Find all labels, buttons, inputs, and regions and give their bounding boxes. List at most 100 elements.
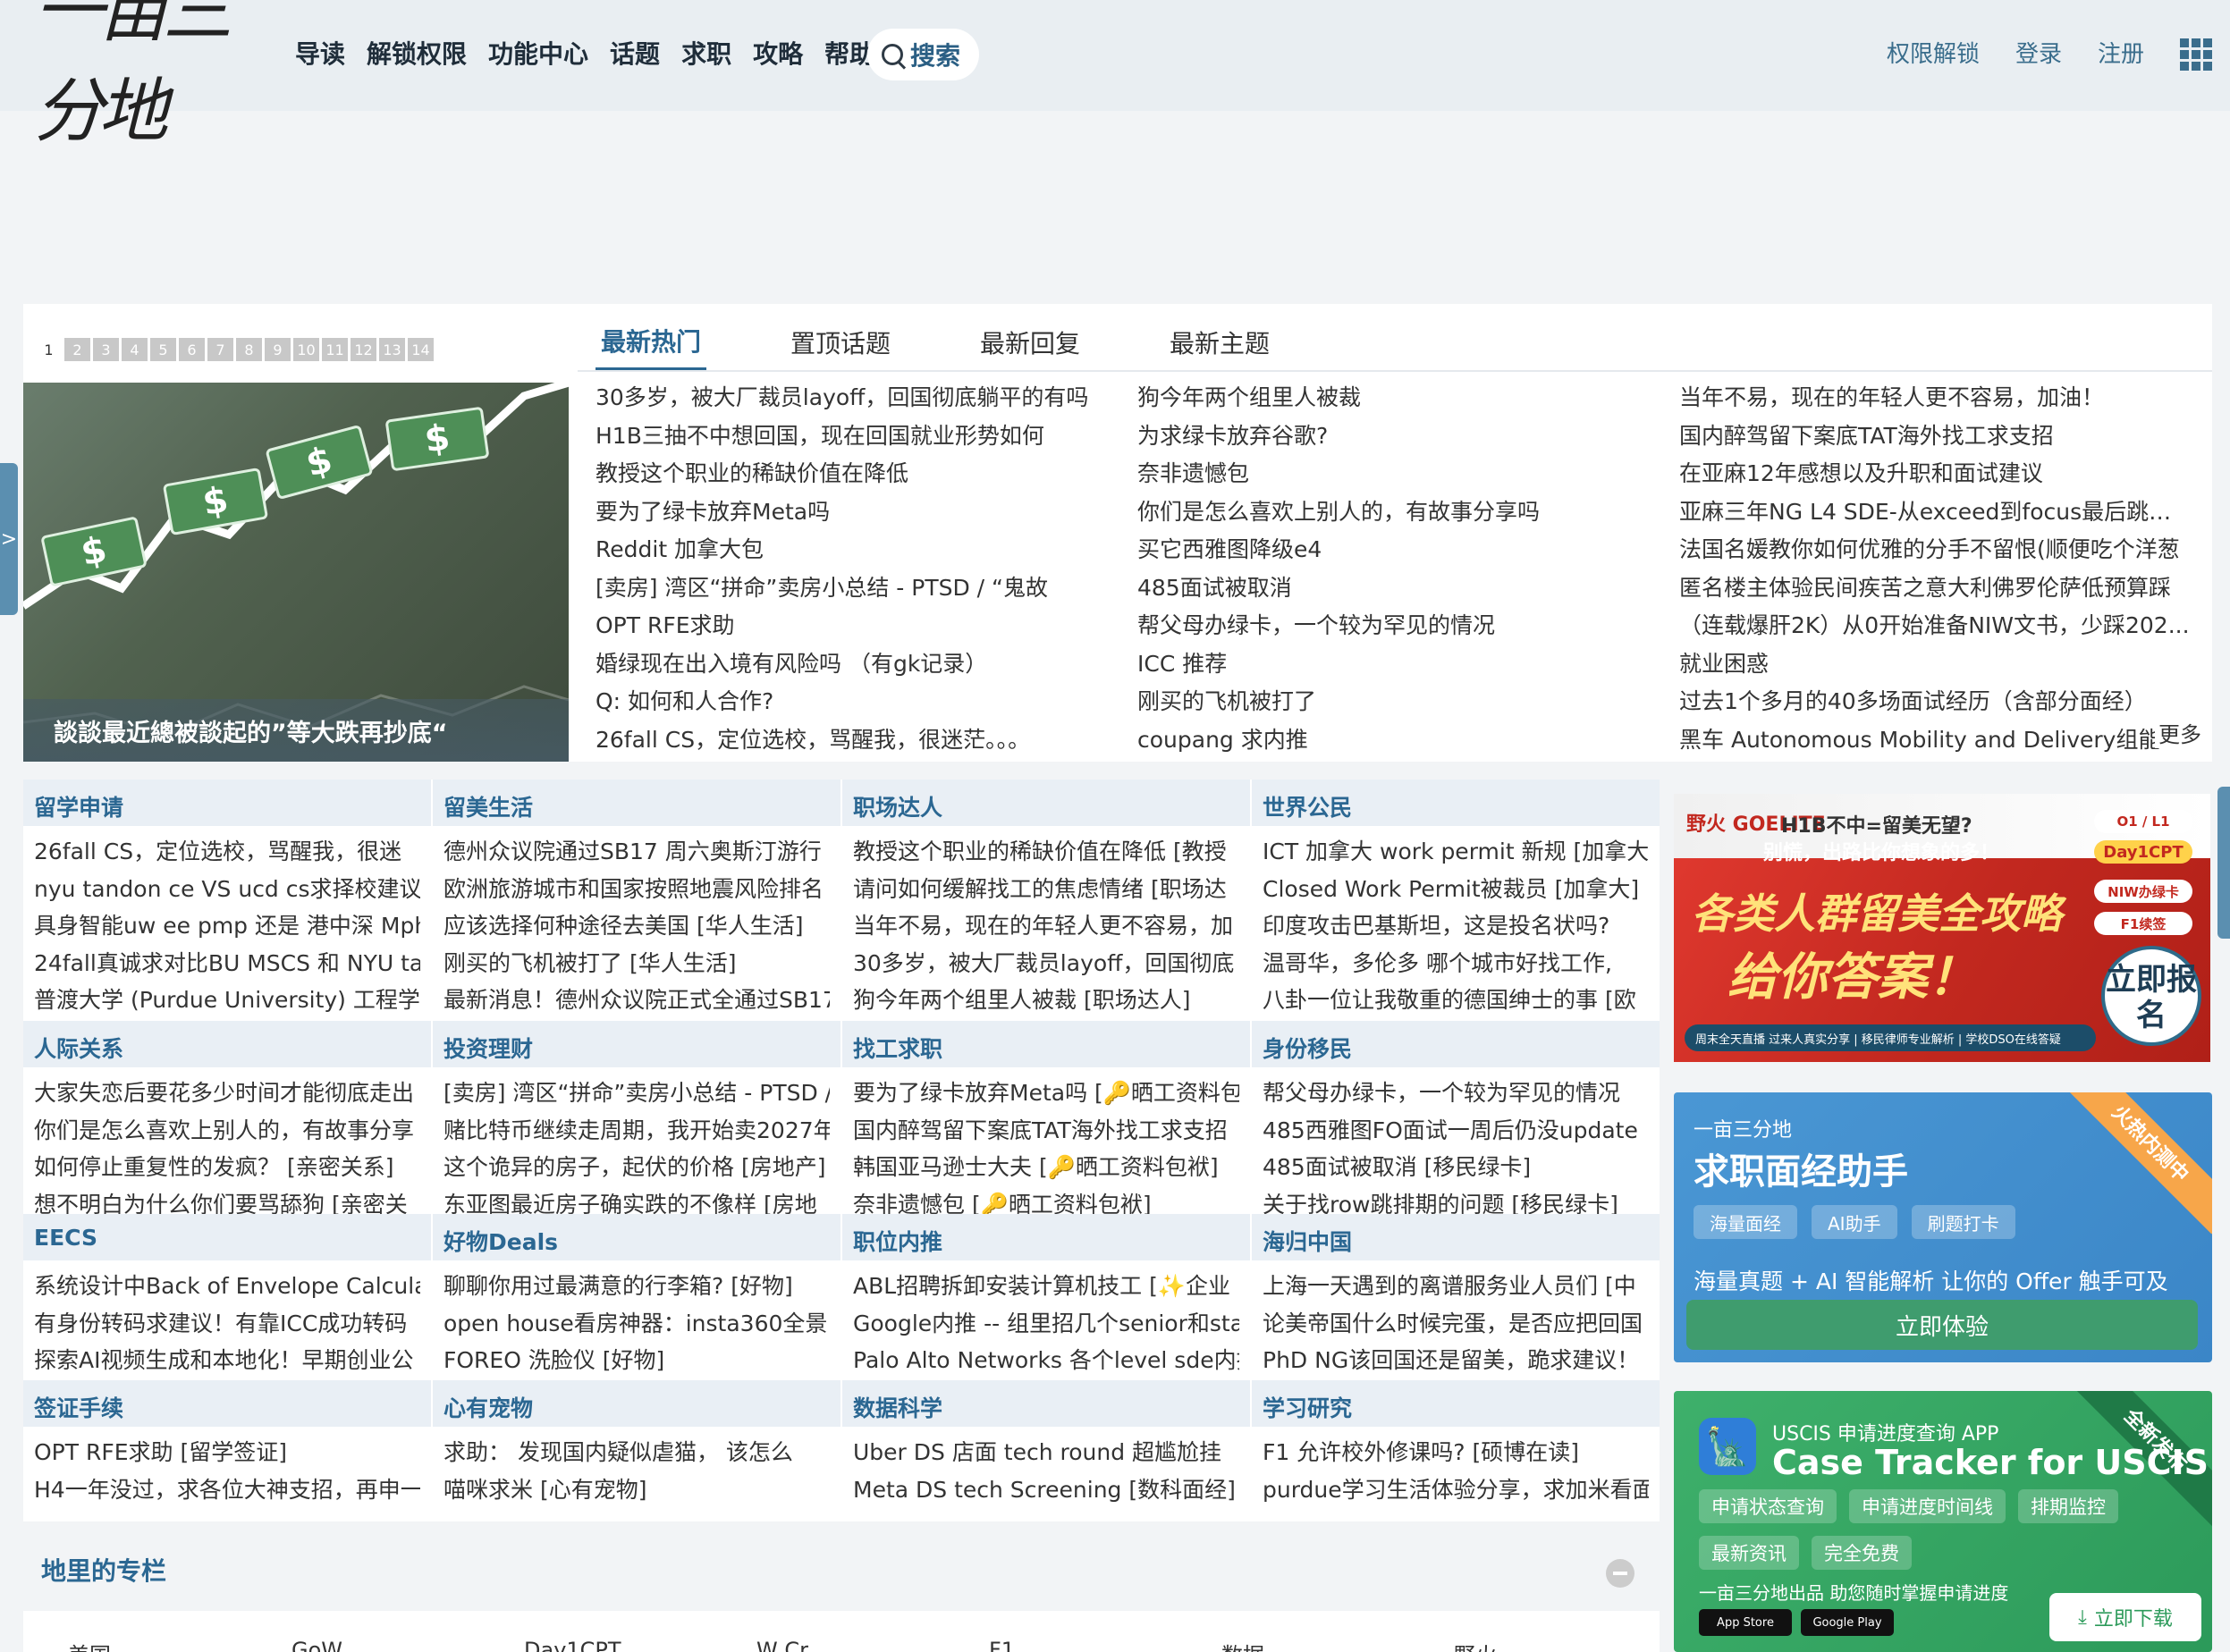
nav-jobs[interactable]: 求职 xyxy=(681,32,731,77)
forum-thread-link[interactable]: 探索AI视频生成和本地化！早期创业公 xyxy=(34,1342,420,1379)
hot-topic-link[interactable]: 当年不易，现在的年轻人更不容易，加油！ xyxy=(1679,379,2191,417)
forum-title[interactable]: 职场达人 xyxy=(842,780,1250,826)
login-link[interactable]: 登录 xyxy=(2015,32,2062,77)
pager-page[interactable]: 2 xyxy=(64,338,90,361)
hot-topic-link[interactable]: H1B三抽不中想回国，现在回国就业形势如何 xyxy=(596,417,1114,456)
register-link[interactable]: 注册 xyxy=(2098,32,2144,77)
forum-title[interactable]: 数据科学 xyxy=(842,1380,1250,1427)
forum-title[interactable]: 职位内推 xyxy=(842,1214,1250,1260)
hot-topic-link[interactable]: Q: 如何和人合作? xyxy=(596,683,1114,721)
forum-title[interactable]: 投资理财 xyxy=(433,1021,840,1067)
hot-topic-link[interactable]: 帮父母办绿卡，一个较为罕见的情况 xyxy=(1137,607,1656,645)
forum-title[interactable]: 找工求职 xyxy=(842,1021,1250,1067)
forum-thread-link[interactable]: 应该选择何种途径去美国 [华人生活] xyxy=(443,907,830,945)
forum-thread-link[interactable]: nyu tandon ce VS ucd cs求择校建议 xyxy=(34,871,420,908)
pager-page[interactable]: 4 xyxy=(122,338,148,361)
hot-topic-link[interactable]: 亚麻三年NG L4 SDE-从exceed到focus最后跳槽-... xyxy=(1679,493,2191,532)
hot-topic-link[interactable]: 婚绿现在出入境有风险吗 （有gk记录） xyxy=(596,645,1114,684)
try-now-button[interactable]: 立即体验 xyxy=(1686,1300,2198,1350)
forum-thread-link[interactable]: 具身智能uw ee pmp 还是 港中深 Mphi xyxy=(34,907,420,945)
hot-topic-link[interactable]: 教授这个职业的稀缺价值在降低 xyxy=(596,455,1114,493)
side-expand-right[interactable] xyxy=(2217,787,2230,939)
forum-title[interactable]: 身份移民 xyxy=(1252,1021,1660,1067)
pager-page[interactable]: 7 xyxy=(207,338,233,361)
forum-thread-link[interactable]: 当年不易，现在的年轻人更不容易，加 xyxy=(853,907,1239,945)
forum-thread-link[interactable]: 印度攻击巴基斯坦，这是投名状吗? xyxy=(1263,907,1649,945)
forum-thread-link[interactable]: 温哥华，多伦多 哪个城市好找工作, xyxy=(1263,945,1649,982)
forum-title[interactable]: 世界公民 xyxy=(1252,780,1660,826)
forum-thread-link[interactable]: 485西雅图FO面试一周后仍没update xyxy=(1263,1112,1649,1150)
column-item[interactable]: 野火 xyxy=(1454,1638,1497,1652)
forum-thread-link[interactable]: [卖房] 湾区“拼命”卖房小总结 - PTSD / xyxy=(443,1075,830,1112)
pager-page[interactable]: 13 xyxy=(379,338,405,361)
hot-topic-link[interactable]: 30多岁，被大厂裁员layoff，回国彻底躺平的有吗 xyxy=(596,379,1114,417)
forum-thread-link[interactable]: 上海一天遇到的离谱服务业人员们 [中 xyxy=(1263,1268,1649,1305)
tab-pinned[interactable]: 置顶话题 xyxy=(785,319,896,369)
search-button[interactable]: 搜索 xyxy=(867,29,979,80)
hot-topic-link[interactable]: 黑车 Autonomous Mobility and Delivery组能去吗 xyxy=(1679,721,2191,760)
pager-page[interactable]: 11 xyxy=(322,338,348,361)
forum-title[interactable]: 人际关系 xyxy=(23,1021,431,1067)
nav-unlock[interactable]: 解锁权限 xyxy=(367,32,467,77)
forum-title[interactable]: EECS xyxy=(23,1214,431,1260)
forum-thread-link[interactable]: H4一年没过，求各位大神支招，再申一 xyxy=(34,1471,420,1509)
nav-daodu[interactable]: 导读 xyxy=(295,32,345,77)
forum-thread-link[interactable]: 普渡大学 (Purdue University) 工程学 xyxy=(34,982,420,1019)
more-link[interactable]: 更多 xyxy=(2155,717,2205,748)
hot-topic-link[interactable]: 要为了绿卡放弃Meta吗 xyxy=(596,493,1114,532)
forum-thread-link[interactable]: Palo Alto Networks 各个level sde内推 xyxy=(853,1342,1239,1379)
hot-topic-link[interactable]: 过去1个多月的40多场面试经历（含部分面经） xyxy=(1679,683,2191,721)
forum-thread-link[interactable]: Google内推 -- 组里招几个senior和staf xyxy=(853,1305,1239,1343)
hot-topic-link[interactable]: 为求绿卡放弃谷歌? xyxy=(1137,417,1656,456)
forum-thread-link[interactable]: 论美帝国什么时候完蛋，是否应把回国 xyxy=(1263,1305,1649,1343)
forum-thread-link[interactable]: 这个诡异的房子，起伏的价格 [房地产] xyxy=(443,1149,830,1186)
forum-title[interactable]: 海归中国 xyxy=(1252,1214,1660,1260)
hot-topic-link[interactable]: 就业困惑 xyxy=(1679,645,2191,684)
forum-thread-link[interactable]: 韩国亚马逊士大夫 [🔑晒工资料包袱] xyxy=(853,1149,1239,1186)
hot-topic-link[interactable]: 国内醉驾留下案底TAT海外找工求支招 xyxy=(1679,417,2191,456)
forum-thread-link[interactable]: purdue学习生活体验分享，求加米看面 xyxy=(1263,1471,1649,1509)
forum-title[interactable]: 签证手续 xyxy=(23,1380,431,1427)
hot-topic-link[interactable]: ICC 推荐 xyxy=(1137,645,1656,684)
side-expand-left[interactable]: > xyxy=(0,463,18,615)
nav-features[interactable]: 功能中心 xyxy=(488,32,588,77)
forum-title[interactable]: 学习研究 xyxy=(1252,1380,1660,1427)
column-item[interactable]: 美国 xyxy=(68,1638,111,1652)
hot-topic-link[interactable]: 匿名楼主体验民间疾苦之意大利佛罗伦萨低预算踩 xyxy=(1679,569,2191,608)
forum-thread-link[interactable]: 赌比特币继续走周期，我开始卖2027年 xyxy=(443,1112,830,1150)
forum-thread-link[interactable]: 24fall真诚求对比BU MSCS 和 NYU ta xyxy=(34,945,420,982)
download-button[interactable]: ⤓ 立即下载 xyxy=(2049,1593,2201,1641)
forum-thread-link[interactable]: 30多岁，被大厂裁员layoff，回国彻底 xyxy=(853,945,1239,982)
forum-thread-link[interactable]: F1 允许校外修课吗? [硕博在读] xyxy=(1263,1434,1649,1471)
hot-topic-link[interactable]: 485面试被取消 xyxy=(1137,569,1656,608)
forum-thread-link[interactable]: 请问如何缓解找工的焦虑情绪 [职场达 xyxy=(853,871,1239,908)
forum-thread-link[interactable]: 欧洲旅游城市和国家按照地震风险排名 xyxy=(443,871,830,908)
pager-page[interactable]: 8 xyxy=(236,338,262,361)
forum-thread-link[interactable]: 大家失恋后要花多少时间才能彻底走出 xyxy=(34,1075,420,1112)
hot-topic-link[interactable]: [卖房] 湾区“拼命”卖房小总结 - PTSD / “鬼故 xyxy=(596,569,1114,608)
forum-thread-link[interactable]: 你们是怎么喜欢上别人的，有故事分享 xyxy=(34,1112,420,1150)
column-item[interactable]: W Cr xyxy=(756,1638,808,1652)
column-item[interactable]: Day1CPT xyxy=(524,1638,621,1652)
forum-title[interactable]: 留美生活 xyxy=(433,780,840,826)
pager-page[interactable]: 6 xyxy=(179,338,205,361)
forum-thread-link[interactable]: 喵咪求米 [心有宠物] xyxy=(443,1471,830,1509)
column-item[interactable]: 数据 xyxy=(1221,1638,1264,1652)
forum-thread-link[interactable]: 八卦一位让我敬重的德国绅士的事 [欧 xyxy=(1263,982,1649,1019)
pager-page[interactable]: 5 xyxy=(150,338,176,361)
unlock-link[interactable]: 权限解锁 xyxy=(1887,32,1980,77)
forum-thread-link[interactable]: 485面试被取消 [移民绿卡] xyxy=(1263,1149,1649,1186)
pager-page[interactable]: 3 xyxy=(93,338,119,361)
site-logo[interactable]: 一亩三分地 xyxy=(34,0,277,152)
hot-topic-link[interactable]: 26fall CS，定位选校，骂醒我，很迷茫。。。 xyxy=(596,721,1114,760)
forum-thread-link[interactable]: 刚买的飞机被打了 [华人生活] xyxy=(443,945,830,982)
hot-topic-link[interactable]: 买它西雅图降级e4 xyxy=(1137,531,1656,569)
tab-hot[interactable]: 最新热门 xyxy=(596,317,707,371)
pager-page[interactable]: 10 xyxy=(293,338,319,361)
tab-latest-reply[interactable]: 最新回复 xyxy=(975,319,1085,369)
forum-thread-link[interactable]: 系统设计中Back of Envelope Calculati xyxy=(34,1268,420,1305)
forum-thread-link[interactable]: 最新消息！德州众议院正式全通过SB17 xyxy=(443,982,830,1019)
forum-thread-link[interactable]: OPT RFE求助 [留学签证] xyxy=(34,1434,420,1471)
forum-thread-link[interactable]: 教授这个职业的稀缺价值在降低 [教授 xyxy=(853,833,1239,871)
app-store-badge[interactable]: App Store xyxy=(1699,1609,1792,1636)
